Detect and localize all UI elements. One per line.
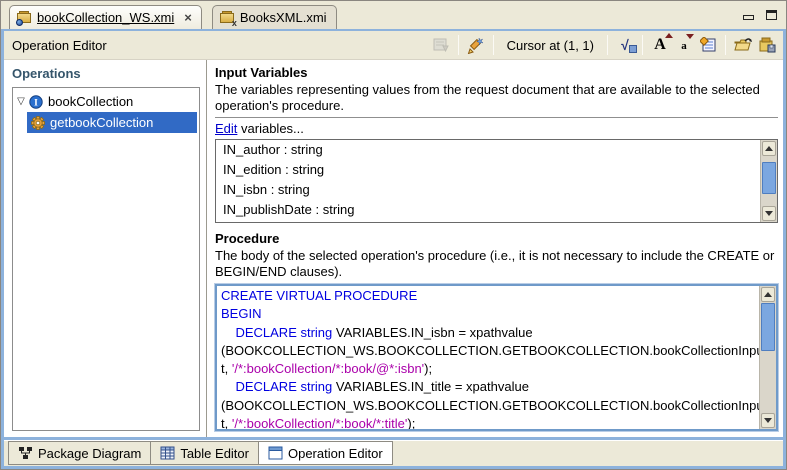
- code-line: (BOOKCOLLECTION_WS.BOOKCOLLECTION.GETBOO…: [221, 342, 759, 360]
- editor-tabbar: bookCollection_WS.xmi × x BooksXML.xmi: [1, 1, 786, 29]
- variable-list-item[interactable]: IN_publisher : string: [216, 220, 760, 222]
- edit-variables-link[interactable]: Edit: [215, 121, 237, 136]
- operations-header: Operations: [12, 66, 200, 81]
- operations-tree[interactable]: ▽ I bookCollection: [12, 87, 200, 431]
- svg-text:I: I: [34, 98, 38, 108]
- editor-content: Operations ▽ I bookCollection: [4, 60, 783, 437]
- package-diagram-icon: [18, 446, 33, 460]
- input-variables-description: The variables representing values from t…: [215, 82, 778, 114]
- validate-save-glyph: √: [621, 37, 629, 53]
- toolbar-separator: [607, 35, 608, 55]
- table-editor-icon: [160, 446, 175, 460]
- tree-item-getbookcollection[interactable]: getbookCollection: [27, 112, 197, 133]
- tab-operation-editor[interactable]: Operation Editor: [258, 441, 393, 465]
- variable-list-item[interactable]: IN_edition : string: [216, 160, 760, 180]
- export-folder-icon[interactable]: [731, 34, 755, 56]
- xml-model-icon: x: [220, 11, 235, 24]
- operation-gear-icon: [31, 116, 45, 130]
- section-divider: [215, 117, 778, 118]
- application-window: bookCollection_WS.xmi × x BooksXML.xmi O…: [0, 0, 787, 470]
- save-package-icon-svg: [759, 37, 776, 53]
- scroll-up-icon[interactable]: [762, 141, 776, 156]
- tab-package-diagram[interactable]: Package Diagram: [8, 441, 151, 465]
- code-line: (BOOKCOLLECTION_WS.BOOKCOLLECTION.GETBOO…: [221, 397, 759, 415]
- tab-table-editor[interactable]: Table Editor: [150, 441, 259, 465]
- procedure-code-editor[interactable]: CREATE VIRTUAL PROCEDUREBEGIN DECLARE st…: [215, 284, 778, 431]
- toolbar-separator: [725, 35, 726, 55]
- code-line: BEGIN: [221, 305, 759, 323]
- code-line: CREATE VIRTUAL PROCEDURE: [221, 287, 759, 305]
- edit-variables-suffix: variables...: [237, 121, 303, 136]
- code-line: DECLARE string VARIABLES.IN_title = xpat…: [221, 378, 759, 396]
- toolbar-actions: Cursor at (1, 1) √ A a: [429, 31, 779, 59]
- scroll-down-icon[interactable]: [761, 413, 775, 428]
- tab-label: Table Editor: [180, 446, 249, 461]
- save-package-icon[interactable]: [755, 34, 779, 56]
- editor-tab-booksxml[interactable]: x BooksXML.xmi: [212, 5, 337, 29]
- operation-form: Input Variables The variables representi…: [207, 60, 783, 437]
- operations-panel: Operations ▽ I bookCollection: [4, 60, 207, 437]
- procedure-description: The body of the selected operation's pro…: [215, 248, 778, 280]
- procedure-title: Procedure: [215, 231, 778, 246]
- edit-wand-icon-svg: [467, 37, 484, 54]
- procedure-code[interactable]: CREATE VIRTUAL PROCEDUREBEGIN DECLARE st…: [217, 286, 759, 429]
- cursor-position-status: Cursor at (1, 1): [499, 38, 602, 53]
- view-window-buttons: [743, 10, 777, 20]
- variable-list-item[interactable]: IN_isbn : string: [216, 180, 760, 200]
- toolbar-separator: [493, 35, 494, 55]
- editor-tab-bookcollection-ws[interactable]: bookCollection_WS.xmi ×: [9, 5, 202, 29]
- validate-disabled-icon: [429, 34, 453, 56]
- font-decrease-glyph: a: [681, 37, 687, 53]
- export-folder-icon-svg: [734, 37, 752, 53]
- operation-editor-toolbar: Operation Editor: [4, 31, 783, 60]
- scrollbar-thumb[interactable]: [761, 303, 775, 351]
- editor-tab-label: bookCollection_WS.xmi: [37, 10, 174, 25]
- validate-disabled-icon-svg: [433, 37, 449, 53]
- editor-frame: Operation Editor: [1, 29, 786, 469]
- interface-icon: I: [29, 95, 43, 109]
- minimize-icon[interactable]: [743, 15, 754, 20]
- code-line: t, '/*:bookCollection/*:book/*:title');: [221, 415, 759, 429]
- editor-page-tabs: Package Diagram Table Editor Ope: [4, 437, 783, 466]
- input-variables-rows: IN_author : stringIN_edition : stringIN_…: [216, 140, 760, 222]
- font-increase-icon[interactable]: A: [648, 34, 672, 56]
- input-variables-list[interactable]: IN_author : stringIN_edition : stringIN_…: [215, 139, 778, 223]
- scrollbar-thumb[interactable]: [762, 162, 776, 194]
- section-gap: [215, 223, 778, 231]
- validate-save-icon[interactable]: √: [613, 34, 637, 56]
- scroll-up-icon[interactable]: [761, 287, 775, 302]
- scroll-down-icon[interactable]: [762, 206, 776, 221]
- code-scrollbar[interactable]: [759, 286, 776, 429]
- code-line: t, '/*:bookCollection/*:book/@*:isbn');: [221, 360, 759, 378]
- toolbar-title: Operation Editor: [12, 38, 107, 53]
- toolbar-separator: [642, 35, 643, 55]
- tree-item-label: getbookCollection: [50, 115, 153, 130]
- maximize-icon[interactable]: [766, 10, 777, 20]
- tab-label: Operation Editor: [288, 446, 383, 461]
- preferences-form-icon-svg: [700, 37, 717, 53]
- tab-label: Package Diagram: [38, 446, 141, 461]
- code-line: DECLARE string VARIABLES.IN_isbn = xpath…: [221, 324, 759, 342]
- font-increase-glyph: A: [654, 36, 666, 54]
- tree-item-bookcollection[interactable]: ▽ I bookCollection: [13, 91, 199, 112]
- toolbar-separator: [458, 35, 459, 55]
- operation-editor-icon: [268, 446, 283, 460]
- input-variables-title: Input Variables: [215, 65, 778, 80]
- font-decrease-icon[interactable]: a: [672, 34, 696, 56]
- edit-variables-line: Edit variables...: [215, 121, 778, 136]
- tree-item-label: bookCollection: [48, 94, 133, 109]
- variable-list-item[interactable]: IN_author : string: [216, 140, 760, 160]
- variables-scrollbar[interactable]: [760, 140, 777, 222]
- tree-caret-expanded-icon[interactable]: ▽: [13, 96, 29, 107]
- close-icon[interactable]: ×: [184, 13, 192, 23]
- editor-tab-label: BooksXML.xmi: [240, 10, 327, 25]
- edit-wand-icon[interactable]: [464, 34, 488, 56]
- variable-list-item[interactable]: IN_publishDate : string: [216, 200, 760, 220]
- webservice-model-icon: [17, 11, 32, 24]
- preferences-form-icon[interactable]: [696, 34, 720, 56]
